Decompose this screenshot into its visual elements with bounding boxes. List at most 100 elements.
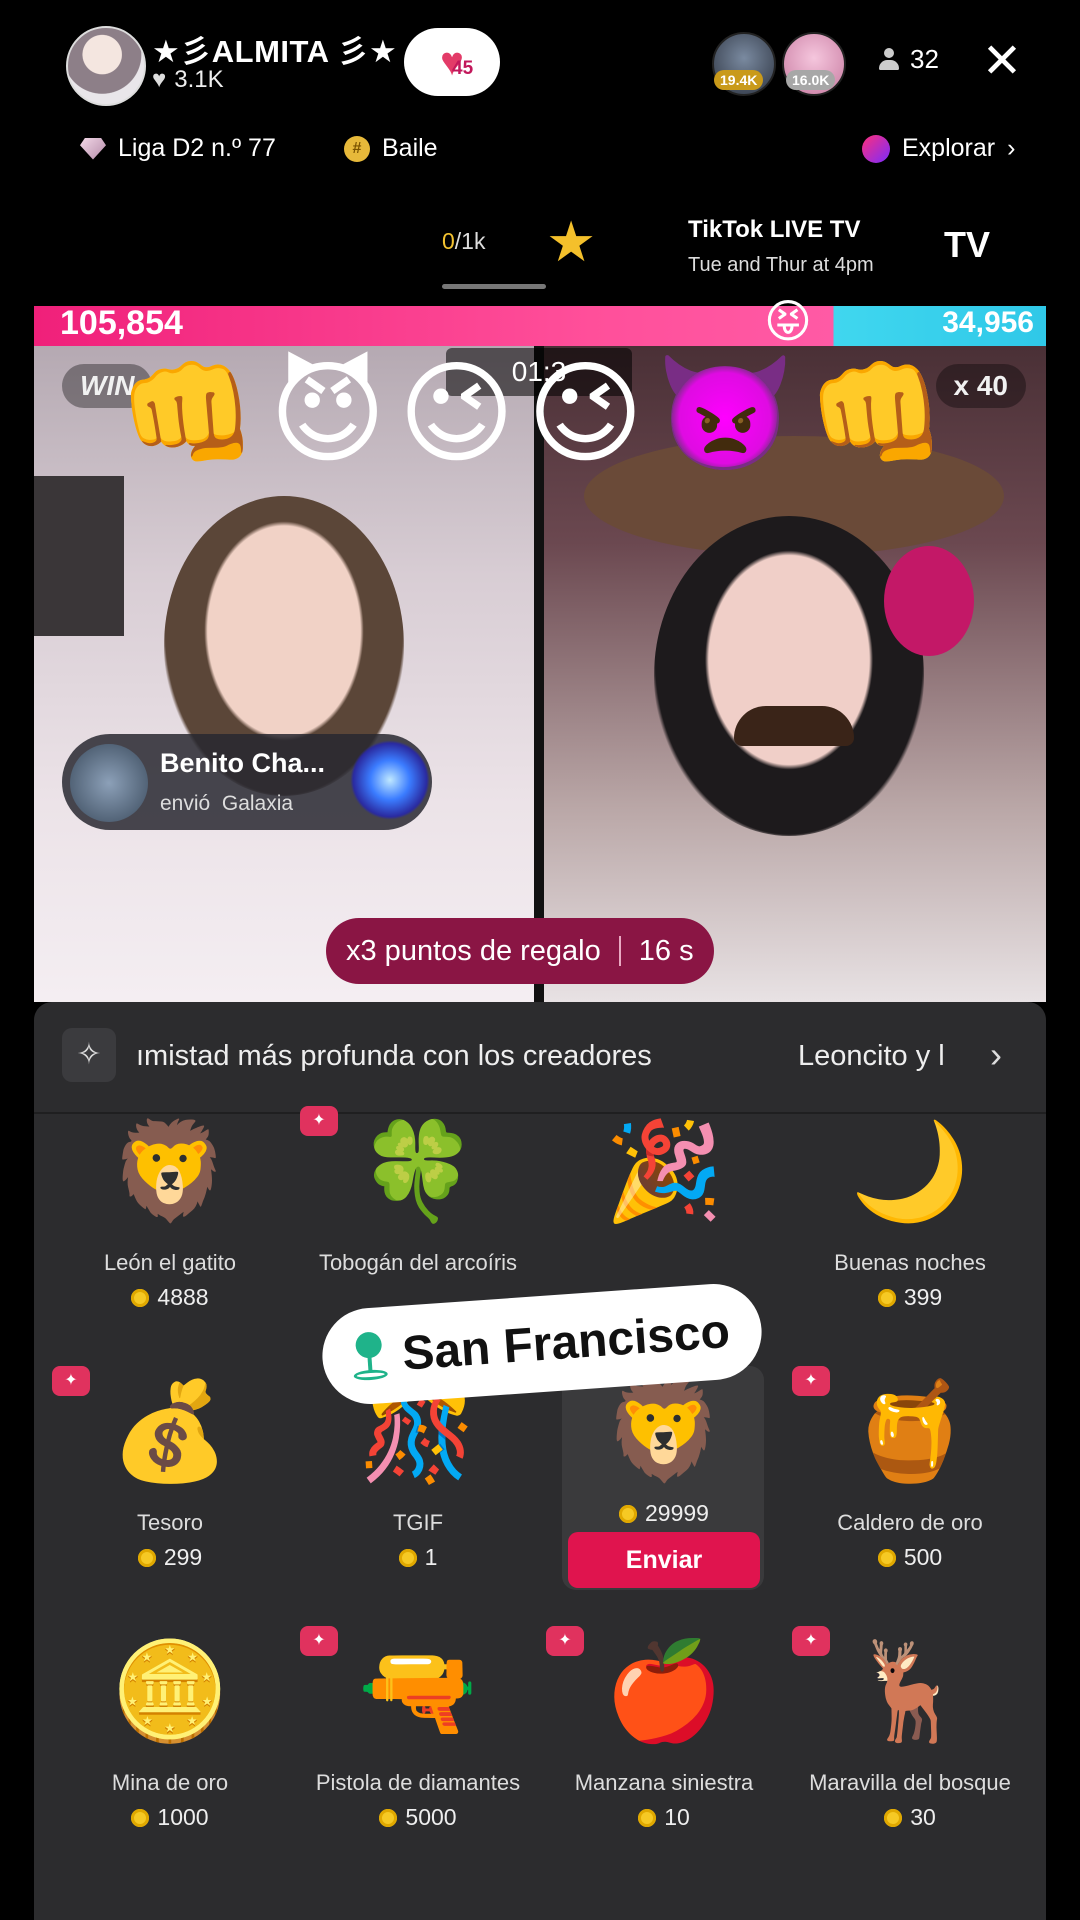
close-icon[interactable]: ✕ <box>974 34 1030 90</box>
team-level: 45 <box>452 58 474 79</box>
coin-icon <box>877 1548 896 1567</box>
chevron-right-icon: › <box>1007 134 1016 162</box>
gift-price-value: 299 <box>163 1544 203 1570</box>
gift-item-name: Maravilla del bosque <box>809 1770 1011 1795</box>
explore-icon <box>862 134 890 163</box>
gift-item-name: Mina de oro <box>111 1770 229 1795</box>
gift-item-price: 4888 <box>70 1284 270 1311</box>
gift-item-price: 10 <box>564 1804 764 1831</box>
gift-item-icon[interactable]: 🔫 <box>358 1632 478 1752</box>
gift-item-name: Manzana siniestra <box>574 1770 754 1795</box>
score-right: 34,956 <box>942 306 1034 339</box>
gift-item-price: 5000 <box>318 1804 518 1831</box>
gift-item-name: Buenas noches <box>834 1250 986 1275</box>
bonus-separator <box>618 936 621 966</box>
gift-item-icon[interactable]: 🍯 <box>850 1372 970 1492</box>
location-pin-icon <box>351 1331 389 1382</box>
top-viewer-badge-1: 19.4K <box>714 70 764 90</box>
gift-item-price: 399 <box>810 1284 1010 1311</box>
diamond-icon <box>80 137 106 160</box>
gift-tag-icon: ✦ <box>792 1366 830 1396</box>
banner-text[interactable]: ımistad más profunda con los creadores <box>136 1040 652 1073</box>
person-icon <box>878 47 900 72</box>
gift-tag-icon: ✦ <box>300 1626 338 1656</box>
gift-item-price: 299 <box>70 1544 270 1571</box>
coin-icon <box>884 1808 903 1827</box>
explore-button[interactable]: Explorar › <box>862 134 1015 163</box>
gift-price-value: 10 <box>664 1804 690 1830</box>
gift-item-icon[interactable]: 🍎 <box>604 1632 724 1752</box>
star-icon[interactable]: ★ <box>546 214 596 270</box>
tv-logo[interactable]: TV <box>944 224 990 266</box>
heart-icon: ♥ <box>152 66 167 93</box>
host-likes: ♥ 3.1K <box>152 66 224 94</box>
coin-icon <box>379 1808 398 1827</box>
wall-art <box>34 476 124 636</box>
viewer-count-button[interactable]: 32 <box>878 44 939 75</box>
gift-item-icon[interactable]: 🪙 <box>110 1632 230 1752</box>
gift-points-multiplier[interactable]: x3 puntos de regalo 16 s <box>326 918 714 984</box>
gift-price-value: 29999 <box>645 1500 709 1526</box>
chevron-right-icon[interactable]: › <box>990 1034 1002 1076</box>
gift-tag-icon: ✦ <box>300 1106 338 1136</box>
gift-item-name: TGIF <box>392 1510 444 1535</box>
gift-item-icon[interactable]: 🌙 <box>850 1112 970 1232</box>
goal-progress-track <box>442 284 546 289</box>
gift-item-name: Tobogán del arcoíris <box>318 1250 518 1275</box>
coin-icon <box>638 1808 657 1827</box>
gift-price-value: 4888 <box>157 1284 209 1310</box>
gift-item-name: Tesoro <box>136 1510 204 1535</box>
hashtag-icon: # <box>344 135 370 162</box>
gift-item-icon[interactable]: 💰 <box>110 1372 230 1492</box>
location-text: San Francisco <box>400 1304 732 1381</box>
category-button[interactable]: # Baile <box>344 134 438 163</box>
coin-icon <box>619 1504 638 1523</box>
gift-price-value: 500 <box>903 1544 943 1570</box>
gift-item-icon[interactable]: 🦌 <box>850 1632 970 1752</box>
gift-item-icon[interactable]: 🦁 <box>110 1112 230 1232</box>
category-label: Baile <box>382 134 438 162</box>
gift-action-name: Galaxia <box>221 792 294 815</box>
banner-right-text[interactable]: Leoncito y l <box>798 1040 945 1073</box>
gift-price-value: 5000 <box>405 1804 457 1830</box>
sender-name: Benito Cha... <box>160 748 326 778</box>
gift-tag-icon: ✦ <box>52 1366 90 1396</box>
gift-item-price: 29999 <box>564 1500 764 1527</box>
gift-item-icon[interactable]: 🦁 <box>604 1372 724 1492</box>
sparkle-book-icon[interactable]: ✧ <box>62 1028 116 1082</box>
goal-counter[interactable]: 0/1k <box>442 228 485 255</box>
coin-icon <box>131 1288 150 1307</box>
host-likes-count: 3.1K <box>174 66 224 93</box>
gift-item-icon[interactable]: 🎉 <box>604 1112 724 1232</box>
coin-icon <box>131 1808 150 1827</box>
gift-action-verb: envió <box>160 792 211 815</box>
league-label: Liga D2 n.º 77 <box>118 134 276 162</box>
host-name[interactable]: ★彡ALMITA 彡★ <box>152 26 397 71</box>
viewer-count: 32 <box>910 44 939 74</box>
galaxy-gift-icon <box>350 740 430 820</box>
bonus-time: 16 s <box>638 935 694 967</box>
gift-item-price: 1000 <box>70 1804 270 1831</box>
live-tv-title[interactable]: TikTok LIVE TV <box>688 216 860 244</box>
league-button[interactable]: Liga D2 n.º 77 <box>80 134 276 163</box>
mustache-icon <box>734 706 854 746</box>
gift-price-value: 1000 <box>157 1804 209 1830</box>
gift-item-price: 30 <box>810 1804 1010 1831</box>
coin-icon <box>398 1548 417 1567</box>
coin-icon <box>877 1288 896 1307</box>
gift-item-name: Pistola de diamantes <box>315 1770 521 1795</box>
gift-price-value: 1 <box>424 1544 438 1570</box>
host-avatar[interactable] <box>66 26 146 106</box>
score-left: 105,854 <box>60 304 183 342</box>
bonus-text: x3 puntos de regalo <box>346 935 601 967</box>
gift-action: envió Galaxia <box>160 792 293 816</box>
send-button[interactable]: Enviar <box>568 1532 760 1588</box>
gift-item-name: Caldero de oro <box>837 1510 983 1535</box>
gift-price-value: 399 <box>903 1284 943 1310</box>
score-divider-emoji-icon: 😝 <box>764 295 812 347</box>
gift-tag-icon: ✦ <box>792 1626 830 1656</box>
gift-item-icon[interactable]: 🍀 <box>358 1112 478 1232</box>
goal-current: 0 <box>442 228 455 254</box>
explore-label: Explorar <box>902 134 996 162</box>
team-badge-button[interactable]: ♥ 45 <box>404 28 500 96</box>
